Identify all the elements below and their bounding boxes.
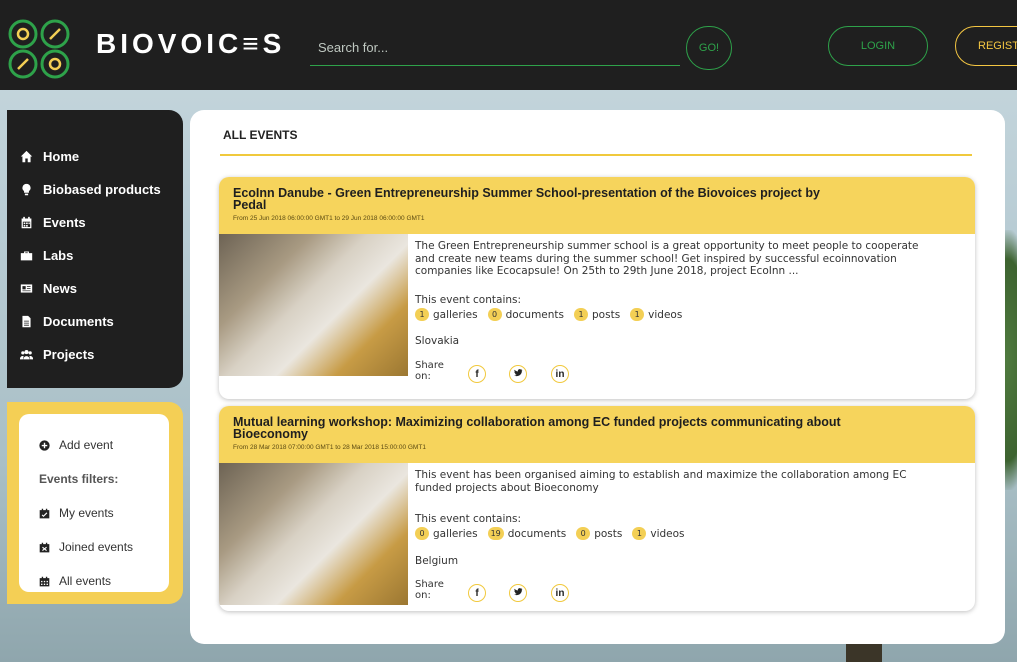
event-description: The Green Entrepreneurship summer school… xyxy=(415,240,919,277)
event-title[interactable]: EcoInn Danube - Green Entrepreneurship S… xyxy=(233,187,853,212)
calendar-check-icon xyxy=(39,508,53,519)
search-input[interactable] xyxy=(310,30,680,66)
events-filters-heading: Events filters: xyxy=(39,472,119,486)
filter-joined-events[interactable]: Joined events xyxy=(39,530,169,564)
newspaper-icon xyxy=(17,282,35,296)
sidebar-item-news[interactable]: News xyxy=(7,272,183,305)
users-icon xyxy=(17,348,35,362)
linkedin-share-button[interactable]: in xyxy=(551,365,569,383)
top-bar: BIOVOIC≡S GO! LOGIN REGISTER xyxy=(0,0,1017,90)
twitter-icon xyxy=(513,587,523,599)
event-body: This event has been organised aiming to … xyxy=(219,463,975,611)
sidebar-item-biobased-products[interactable]: Biobased products xyxy=(7,173,183,206)
brand-name[interactable]: BIOVOIC≡S xyxy=(96,28,285,60)
documents-label: documents xyxy=(507,527,567,540)
share-label: Share on: xyxy=(415,579,444,601)
event-header: EcoInn Danube - Green Entrepreneurship S… xyxy=(219,177,975,234)
event-card[interactable]: Mutual learning workshop: Maximizing col… xyxy=(219,406,975,611)
posts-label: posts xyxy=(594,527,623,540)
filter-my-events[interactable]: My events xyxy=(39,496,169,530)
sidebar-item-label: News xyxy=(43,281,77,296)
facebook-share-button[interactable]: f xyxy=(468,365,486,383)
event-card[interactable]: EcoInn Danube - Green Entrepreneurship S… xyxy=(219,177,975,399)
event-date: From 28 Mar 2018 07:00:00 GMT1 to 28 Mar… xyxy=(233,444,426,451)
videos-count-badge: 1 xyxy=(632,527,647,540)
galleries-count-badge: 0 xyxy=(415,527,429,540)
sidebar-item-label: Projects xyxy=(43,347,95,362)
calendar-icon xyxy=(39,576,53,587)
biovoices-logo-icon[interactable] xyxy=(6,18,72,80)
page-title: ALL EVENTS xyxy=(223,128,298,142)
videos-label: videos xyxy=(648,308,683,321)
title-divider xyxy=(220,154,972,156)
filter-all-events-label: All events xyxy=(59,574,112,588)
twitter-icon xyxy=(513,368,523,380)
facebook-share-button[interactable]: f xyxy=(468,584,486,602)
videos-label: videos xyxy=(650,527,685,540)
twitter-share-button[interactable] xyxy=(509,584,527,602)
calendar-x-icon xyxy=(39,542,53,553)
filter-all-events[interactable]: All events xyxy=(39,564,169,598)
event-contains-label: This event contains: xyxy=(415,294,522,306)
linkedin-icon: in xyxy=(555,587,565,599)
facebook-icon: f xyxy=(475,368,479,380)
facebook-icon: f xyxy=(475,587,479,599)
documents-label: documents xyxy=(505,308,565,321)
briefcase-icon xyxy=(17,249,35,263)
galleries-count-badge: 1 xyxy=(415,308,429,321)
event-contains-label: This event contains: xyxy=(415,513,522,525)
event-description: This event has been organised aiming to … xyxy=(415,469,907,494)
event-header: Mutual learning workshop: Maximizing col… xyxy=(219,406,975,463)
event-counts: 0 galleries 19 documents 0 posts 1 video… xyxy=(415,527,695,540)
event-filter-card: Add event Events filters: My events Join… xyxy=(19,414,169,592)
main-panel: ALL EVENTS EcoInn Danube - Green Entrepr… xyxy=(190,110,1005,644)
event-country: Slovakia xyxy=(415,335,460,347)
event-date: From 25 Jun 2018 06:00:00 GMT1 to 29 Jun… xyxy=(233,215,425,222)
event-country: Belgium xyxy=(415,555,459,567)
file-icon xyxy=(17,315,35,329)
linkedin-share-button[interactable]: in xyxy=(551,584,569,602)
galleries-label: galleries xyxy=(433,308,478,321)
sidebar-item-label: Labs xyxy=(43,248,74,263)
calendar-icon xyxy=(17,216,35,230)
event-image[interactable] xyxy=(219,463,408,605)
sidebar-item-label: Biobased products xyxy=(43,182,161,197)
add-event-button[interactable]: Add event xyxy=(39,428,169,462)
galleries-label: galleries xyxy=(433,527,478,540)
filter-my-events-label: My events xyxy=(59,506,114,520)
videos-count-badge: 1 xyxy=(630,308,645,321)
event-title[interactable]: Mutual learning workshop: Maximizing col… xyxy=(233,416,853,441)
sidebar-nav: Home Biobased products Events Labs News … xyxy=(7,110,183,388)
sidebar-item-events[interactable]: Events xyxy=(7,206,183,239)
twitter-share-button[interactable] xyxy=(509,365,527,383)
filter-joined-events-label: Joined events xyxy=(59,540,134,554)
register-button[interactable]: REGISTER xyxy=(955,26,1017,66)
home-icon xyxy=(17,150,35,164)
add-event-label: Add event xyxy=(59,438,114,452)
event-body: The Green Entrepreneurship summer school… xyxy=(219,234,975,399)
sidebar-item-projects[interactable]: Projects xyxy=(7,338,183,371)
sidebar-item-labs[interactable]: Labs xyxy=(7,239,183,272)
search-go-button[interactable]: GO! xyxy=(686,26,732,70)
event-filter-panel: Add event Events filters: My events Join… xyxy=(7,402,183,604)
sidebar-item-label: Home xyxy=(43,149,80,164)
plus-circle-icon xyxy=(39,439,53,451)
sidebar-item-label: Documents xyxy=(43,314,114,329)
posts-count-badge: 1 xyxy=(574,308,589,321)
event-counts: 1 galleries 0 documents 1 posts 1 videos xyxy=(415,308,692,321)
posts-count-badge: 0 xyxy=(576,527,591,540)
share-label: Share on: xyxy=(415,360,444,382)
lightbulb-icon xyxy=(17,183,35,197)
posts-label: posts xyxy=(592,308,621,321)
sidebar-item-home[interactable]: Home xyxy=(7,140,183,173)
documents-count-badge: 0 xyxy=(487,308,502,321)
sidebar-item-documents[interactable]: Documents xyxy=(7,305,183,338)
sidebar-item-label: Events xyxy=(43,215,86,230)
documents-count-badge: 19 xyxy=(487,527,504,540)
event-image[interactable] xyxy=(219,234,408,376)
linkedin-icon: in xyxy=(555,368,565,380)
login-button[interactable]: LOGIN xyxy=(828,26,928,66)
